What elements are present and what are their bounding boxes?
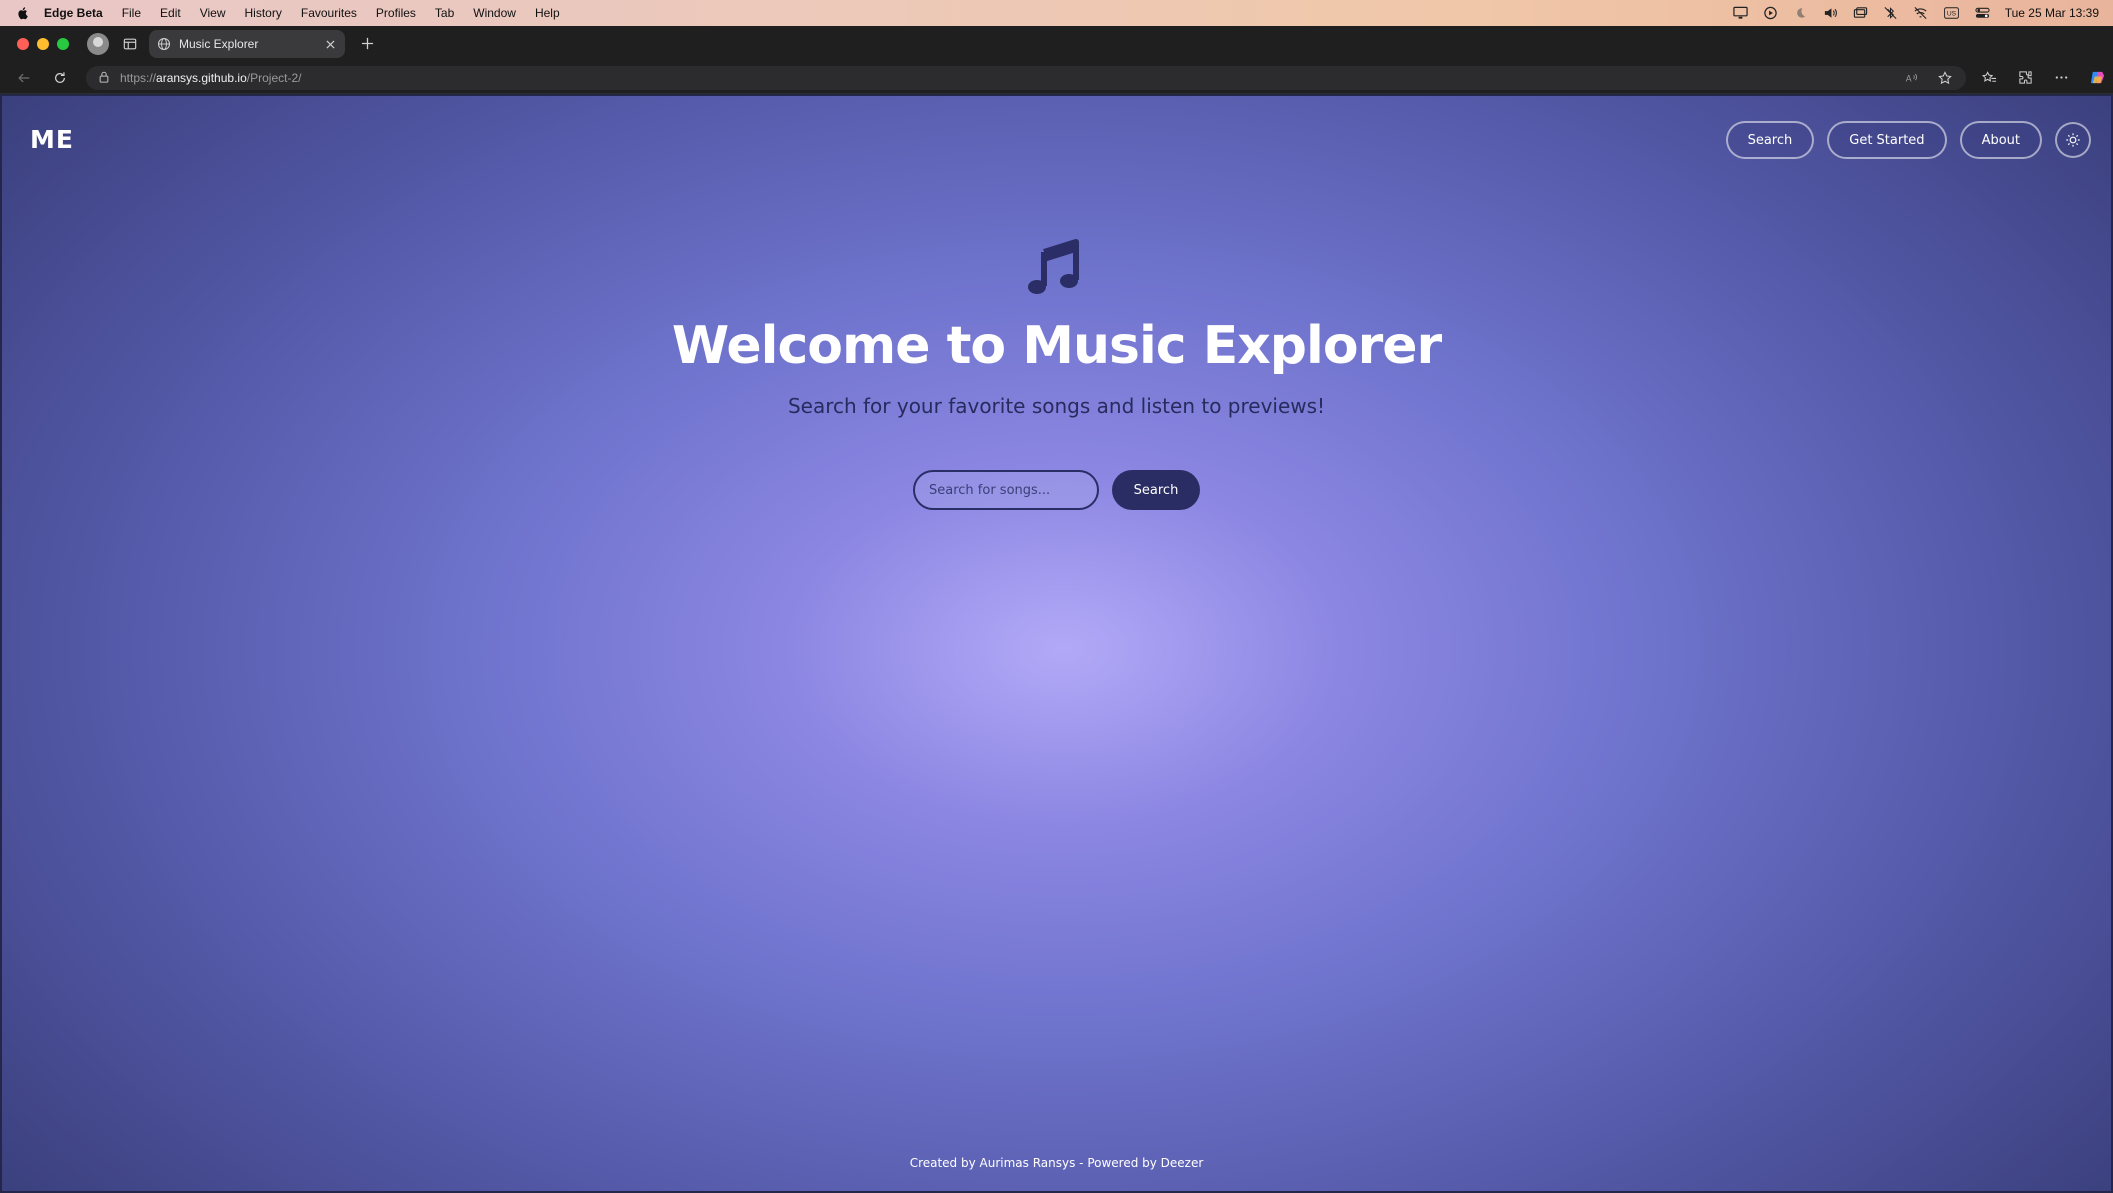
apple-menu-icon[interactable] xyxy=(16,5,32,21)
close-window-button[interactable] xyxy=(17,38,29,50)
wifi-off-icon[interactable] xyxy=(1913,6,1929,20)
menu-help[interactable]: Help xyxy=(535,6,560,20)
keyboard-layout-label: US xyxy=(1947,11,1957,18)
address-bar[interactable]: https:// aransys.github.io /Project-2/ A xyxy=(86,65,1966,90)
site-nav: Search Get Started About xyxy=(1725,121,2091,159)
menu-edit[interactable]: Edit xyxy=(160,6,181,20)
browser-tab-strip: Music Explorer xyxy=(0,26,2113,62)
menu-tab[interactable]: Tab xyxy=(435,6,454,20)
new-tab-icon[interactable] xyxy=(357,34,377,54)
menu-history[interactable]: History xyxy=(245,6,282,20)
lock-icon[interactable] xyxy=(98,71,112,85)
toolbar-right-buttons xyxy=(1980,69,2106,87)
music-explorer-page: ME Search Get Started About Welcome to M… xyxy=(0,94,2113,1193)
search-submit-button[interactable]: Search xyxy=(1112,470,1200,510)
menu-window[interactable]: Window xyxy=(473,6,516,20)
menu-profiles[interactable]: Profiles xyxy=(376,6,416,20)
display-icon[interactable] xyxy=(1733,6,1749,20)
menu-view[interactable]: View xyxy=(200,6,226,20)
sun-icon xyxy=(2065,132,2081,148)
nav-about-button[interactable]: About xyxy=(1959,121,2042,159)
moon-icon[interactable] xyxy=(1793,6,1809,20)
music-note-icon xyxy=(1026,238,1084,296)
extensions-icon[interactable] xyxy=(2016,69,2034,87)
volume-icon[interactable] xyxy=(1823,6,1839,20)
bluetooth-off-icon[interactable] xyxy=(1883,6,1899,20)
tab-title: Music Explorer xyxy=(179,37,259,51)
hero-title: Welcome to Music Explorer xyxy=(671,316,1442,376)
browser-toolbar: https:// aransys.github.io /Project-2/ A xyxy=(0,62,2113,94)
maximize-window-button[interactable] xyxy=(57,38,69,50)
hero-subtitle: Search for your favorite songs and liste… xyxy=(787,394,1326,418)
play-icon[interactable] xyxy=(1763,6,1779,20)
status-icons: US Tue 25 Mar 13:39 xyxy=(1733,0,2099,26)
profile-avatar-icon[interactable] xyxy=(87,33,109,55)
read-aloud-icon[interactable]: A xyxy=(1902,69,1920,87)
keyboard-layout-icon[interactable]: US xyxy=(1943,6,1961,20)
browser-tab-music-explorer[interactable]: Music Explorer xyxy=(149,30,345,58)
window-icon[interactable] xyxy=(1853,6,1869,20)
nav-get-started-button[interactable]: Get Started xyxy=(1827,121,1947,159)
menu-favourites[interactable]: Favourites xyxy=(301,6,357,20)
theme-toggle-button[interactable] xyxy=(2055,122,2091,158)
copilot-icon[interactable] xyxy=(2088,69,2106,87)
menubar-clock[interactable]: Tue 25 Mar 13:39 xyxy=(2005,6,2099,20)
url-path: /Project-2/ xyxy=(246,70,302,85)
macos-menubar: Edge Beta File Edit View History Favouri… xyxy=(0,0,2113,26)
search-form: Search xyxy=(913,470,1200,510)
minimize-window-button[interactable] xyxy=(37,38,49,50)
menu-app-name[interactable]: Edge Beta xyxy=(44,6,103,20)
site-footer: Created by Aurimas Ransys - Powered by D… xyxy=(909,1156,1204,1170)
more-options-icon[interactable] xyxy=(2052,69,2070,87)
song-search-input[interactable] xyxy=(913,470,1099,510)
svg-text:A: A xyxy=(1906,73,1912,83)
menu-file[interactable]: File xyxy=(122,6,141,20)
globe-icon xyxy=(157,37,171,51)
control-center-icon[interactable] xyxy=(1975,6,1991,20)
favorites-list-icon[interactable] xyxy=(1980,69,1998,87)
favorite-star-icon[interactable] xyxy=(1936,69,1954,87)
url-host: aransys.github.io xyxy=(156,70,247,85)
tab-actions-icon[interactable] xyxy=(121,35,139,53)
close-tab-icon[interactable] xyxy=(323,37,337,51)
site-logo[interactable]: ME xyxy=(30,125,74,154)
address-bar-actions: A xyxy=(1902,66,1954,90)
nav-search-button[interactable]: Search xyxy=(1725,121,1815,159)
url-scheme: https:// xyxy=(120,70,157,85)
back-arrow-icon[interactable] xyxy=(14,68,34,88)
reload-icon[interactable] xyxy=(50,68,70,88)
window-controls xyxy=(17,38,69,50)
